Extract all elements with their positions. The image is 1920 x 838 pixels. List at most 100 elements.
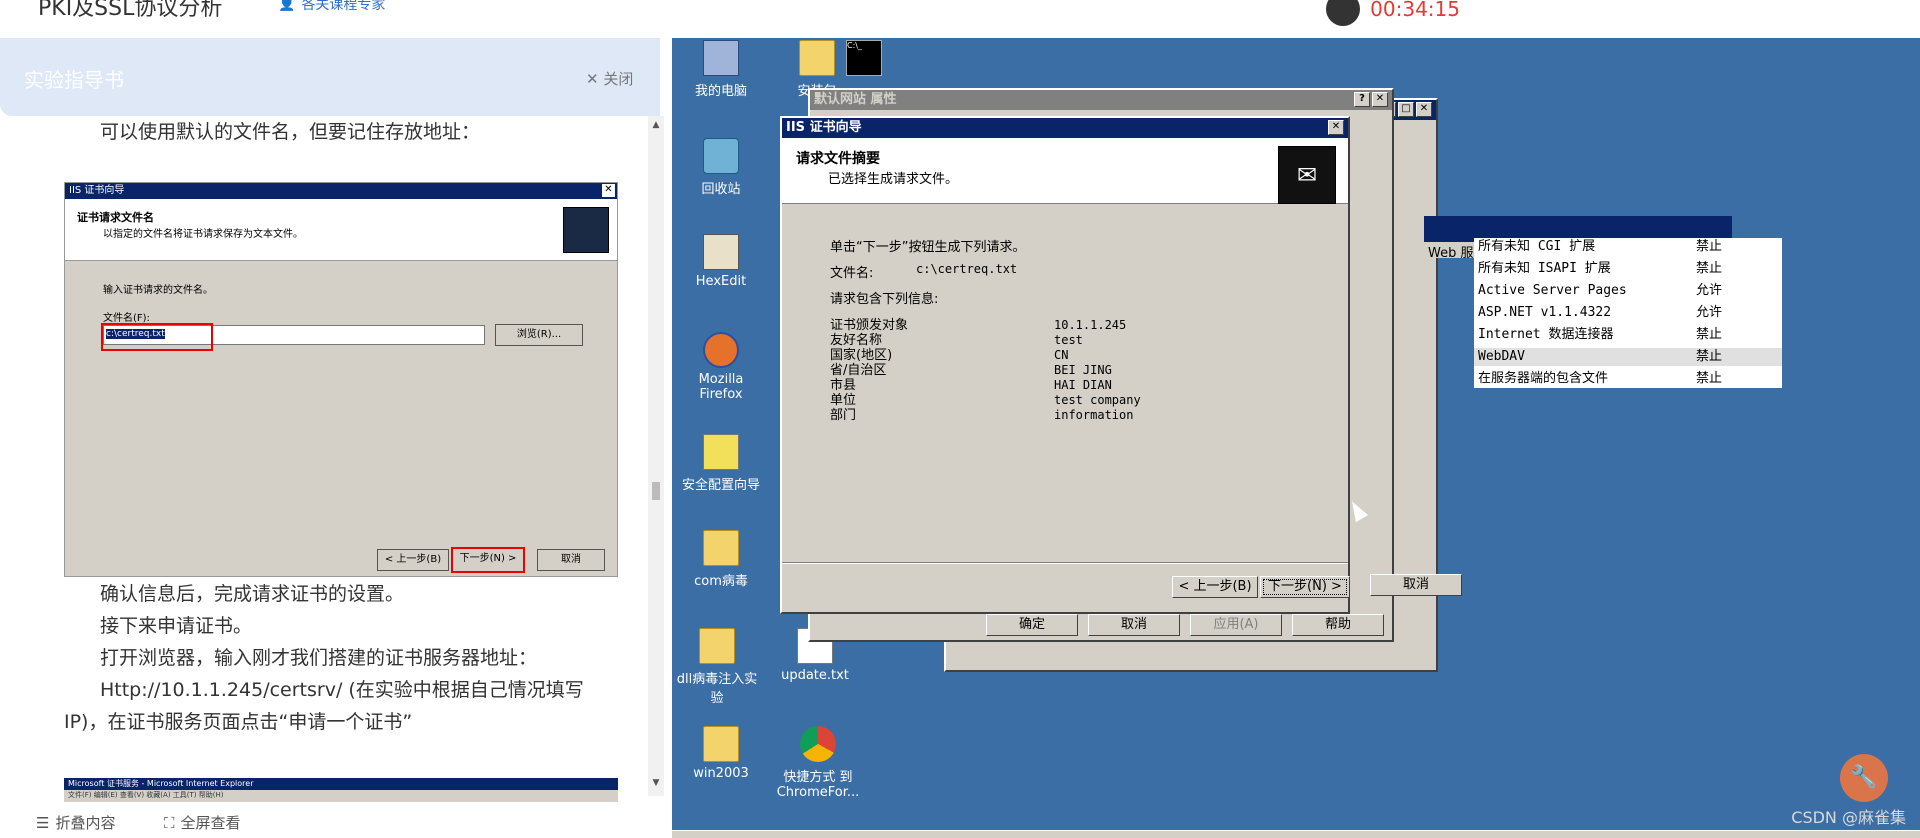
info-row: 友好名称 test: [830, 333, 1230, 348]
info-value: CN: [1054, 348, 1069, 362]
shot-back-button: < 上一步(B): [377, 549, 449, 571]
guide-body[interactable]: 可以使用默认的文件名，但要记住存放地址： IIS 证书向导 ✕ 证书请求文件名 …: [0, 116, 660, 802]
extension-name: 所有未知 ISAPI 扩展: [1478, 261, 1611, 276]
guide-close-label: 关闭: [603, 70, 634, 88]
extension-name: ASP.NET v1.1.4322: [1478, 305, 1612, 320]
expert-label: 各关课程专家: [301, 0, 386, 13]
list-item[interactable]: Internet 数据连接器 禁止: [1474, 326, 1782, 344]
scroll-thumb[interactable]: [652, 482, 660, 500]
extension-status: 禁止: [1696, 349, 1723, 364]
desktop-icon-recycle-bin[interactable]: 回收站: [676, 138, 766, 197]
info-row: 部门 information: [830, 408, 1230, 423]
desktop-icon-hexedit[interactable]: HexEdit: [676, 234, 766, 289]
close-icon[interactable]: ✕: [1372, 92, 1388, 107]
scroll-up-arrow-icon[interactable]: ▲: [648, 120, 664, 136]
help-button[interactable]: 帮助: [1292, 614, 1384, 636]
desktop-icon-cmd[interactable]: C:\_: [840, 40, 888, 80]
cancel-button[interactable]: 取消: [1088, 614, 1180, 636]
info-key: 证书颁发对象: [830, 318, 909, 333]
extension-status: 禁止: [1696, 327, 1723, 342]
list-item[interactable]: Active Server Pages 允许: [1474, 282, 1782, 300]
guide-para: 可以使用默认的文件名，但要记住存放地址：: [100, 121, 481, 143]
tools-icon[interactable]: 🔧: [1840, 754, 1888, 802]
list-item[interactable]: ASP.NET v1.1.4322 允许: [1474, 304, 1782, 322]
desktop-icon-chrome[interactable]: 快捷方式 到 ChromeFor...: [764, 726, 872, 800]
desktop-icon-com-virus[interactable]: com病毒: [676, 530, 766, 589]
desktop-icon-label: win2003: [693, 766, 749, 781]
fullscreen-label: 全屏查看: [180, 814, 241, 832]
shot2-title: Microsoft 证书服务 - Microsoft Internet Expl…: [64, 778, 618, 790]
back-button[interactable]: < 上一步(B): [1172, 576, 1258, 598]
wizard-header: 请求文件摘要 已选择生成请求文件。 ✉: [782, 138, 1348, 204]
computer-icon: [703, 40, 739, 76]
remote-desktop[interactable]: 我的电脑 安装包 C:\_ 回收站 HexEdit Mozilla Firefo…: [672, 38, 1920, 838]
info-row: 证书颁发对象 10.1.1.245: [830, 318, 1230, 333]
extension-status: 禁止: [1696, 371, 1723, 386]
wizard-divider: [782, 562, 1348, 564]
extension-name: Internet 数据连接器: [1478, 327, 1614, 342]
fullscreen-icon: ⛶: [164, 813, 175, 832]
guide-para: Http://10.1.1.245/certsrv/ (在实验中根据自己情况填写: [100, 679, 584, 701]
wizard-title: IIS 证书向导: [786, 120, 862, 135]
expert-link[interactable]: 👤 各关课程专家: [278, 0, 385, 14]
help-icon[interactable]: ?: [1354, 92, 1370, 107]
desktop-icon-dll-virus[interactable]: dll病毒注入实验: [672, 628, 762, 706]
info-row: 市县 HAI DIAN: [830, 378, 1230, 393]
recycle-bin-icon: [703, 138, 739, 174]
info-key: 单位: [830, 393, 857, 408]
close-icon[interactable]: ✕: [1328, 120, 1344, 135]
info-value: HAI DIAN: [1054, 378, 1112, 392]
guide-screenshot-2: Microsoft 证书服务 - Microsoft Internet Expl…: [64, 778, 618, 802]
maximize-icon[interactable]: □: [1398, 102, 1414, 117]
wizard-titlebar: IIS 证书向导 ✕: [782, 118, 1348, 138]
extension-status: 禁止: [1696, 239, 1723, 254]
info-row: 省/自治区 BEI JING: [830, 363, 1230, 378]
desktop-icon-label: Mozilla Firefox: [698, 372, 744, 402]
desktop-icon-win2003[interactable]: win2003: [676, 726, 766, 781]
firefox-icon: [703, 332, 739, 368]
desktop-icon-security-wizard[interactable]: 安全配置向导: [676, 434, 766, 493]
close-icon: ✕: [602, 184, 615, 197]
clock-icon: [1326, 0, 1361, 26]
info-key: 国家(地区): [830, 348, 893, 363]
desktop-icon-my-computer[interactable]: 我的电脑: [676, 40, 766, 99]
properties-title: 默认网站 属性: [814, 92, 897, 107]
close-icon: ✕: [586, 70, 599, 88]
guide-close-button[interactable]: ✕ 关闭: [586, 68, 633, 89]
folder-icon: [703, 726, 739, 762]
folder-icon: [699, 628, 735, 664]
list-item[interactable]: 所有未知 ISAPI 扩展 禁止: [1474, 260, 1782, 278]
list-item[interactable]: WebDAV 禁止: [1474, 348, 1782, 366]
web-service-extensions-list[interactable]: 所有未知 CGI 扩展 禁止 所有未知 ISAPI 扩展 禁止 Active S…: [1474, 238, 1782, 388]
desktop-icon-label: 安全配置向导: [681, 478, 760, 493]
windows-taskbar[interactable]: [672, 830, 1920, 838]
guide-screenshot: IIS 证书向导 ✕ 证书请求文件名 以指定的文件名将证书请求保存为文本文件。 …: [64, 182, 618, 577]
list-item[interactable]: 所有未知 CGI 扩展 禁止: [1474, 238, 1782, 256]
shot-filename-label: 文件名(F):: [103, 313, 150, 324]
iis-certificate-wizard[interactable]: IIS 证书向导 ✕ 请求文件摘要 已选择生成请求文件。 ✉ 单击“下一步”按钮…: [780, 116, 1350, 614]
collapse-button[interactable]: ☰ 折叠内容: [36, 812, 115, 833]
watermark: CSDN @麻雀集: [1791, 808, 1906, 827]
red-highlight-box: [101, 323, 213, 351]
next-button[interactable]: 下一步(N) >: [1260, 576, 1350, 598]
info-value: test: [1054, 333, 1083, 347]
guide-para: IP)，在证书服务页面点击“申请一个证书”: [64, 711, 413, 733]
info-key: 省/自治区: [830, 363, 887, 378]
close-icon[interactable]: ✕: [1416, 102, 1432, 117]
list-item[interactable]: 在服务器端的包含文件 禁止: [1474, 370, 1782, 388]
ok-button[interactable]: 确定: [986, 614, 1078, 636]
desktop-icon-label: update.txt: [781, 668, 849, 683]
guide-scrollbar[interactable]: ▲ ▼: [648, 116, 664, 796]
apply-button[interactable]: 应用(A): [1190, 614, 1282, 636]
desktop-icon-firefox[interactable]: Mozilla Firefox: [676, 332, 766, 402]
timer-value: 00:34:15: [1370, 0, 1460, 21]
timer: 00:34:15: [1326, 0, 1460, 26]
menu-icon: ☰: [36, 813, 50, 832]
folder-icon: [799, 40, 835, 76]
fullscreen-button[interactable]: ⛶ 全屏查看: [164, 812, 241, 833]
wizard-cancel-button[interactable]: 取消: [1370, 574, 1462, 596]
hexedit-icon: [703, 234, 739, 270]
scroll-down-arrow-icon[interactable]: ▼: [648, 778, 664, 794]
desktop-icon-label: 快捷方式 到 ChromeFor...: [776, 770, 860, 800]
shot-browse-button: 浏览(R)...: [495, 324, 583, 346]
